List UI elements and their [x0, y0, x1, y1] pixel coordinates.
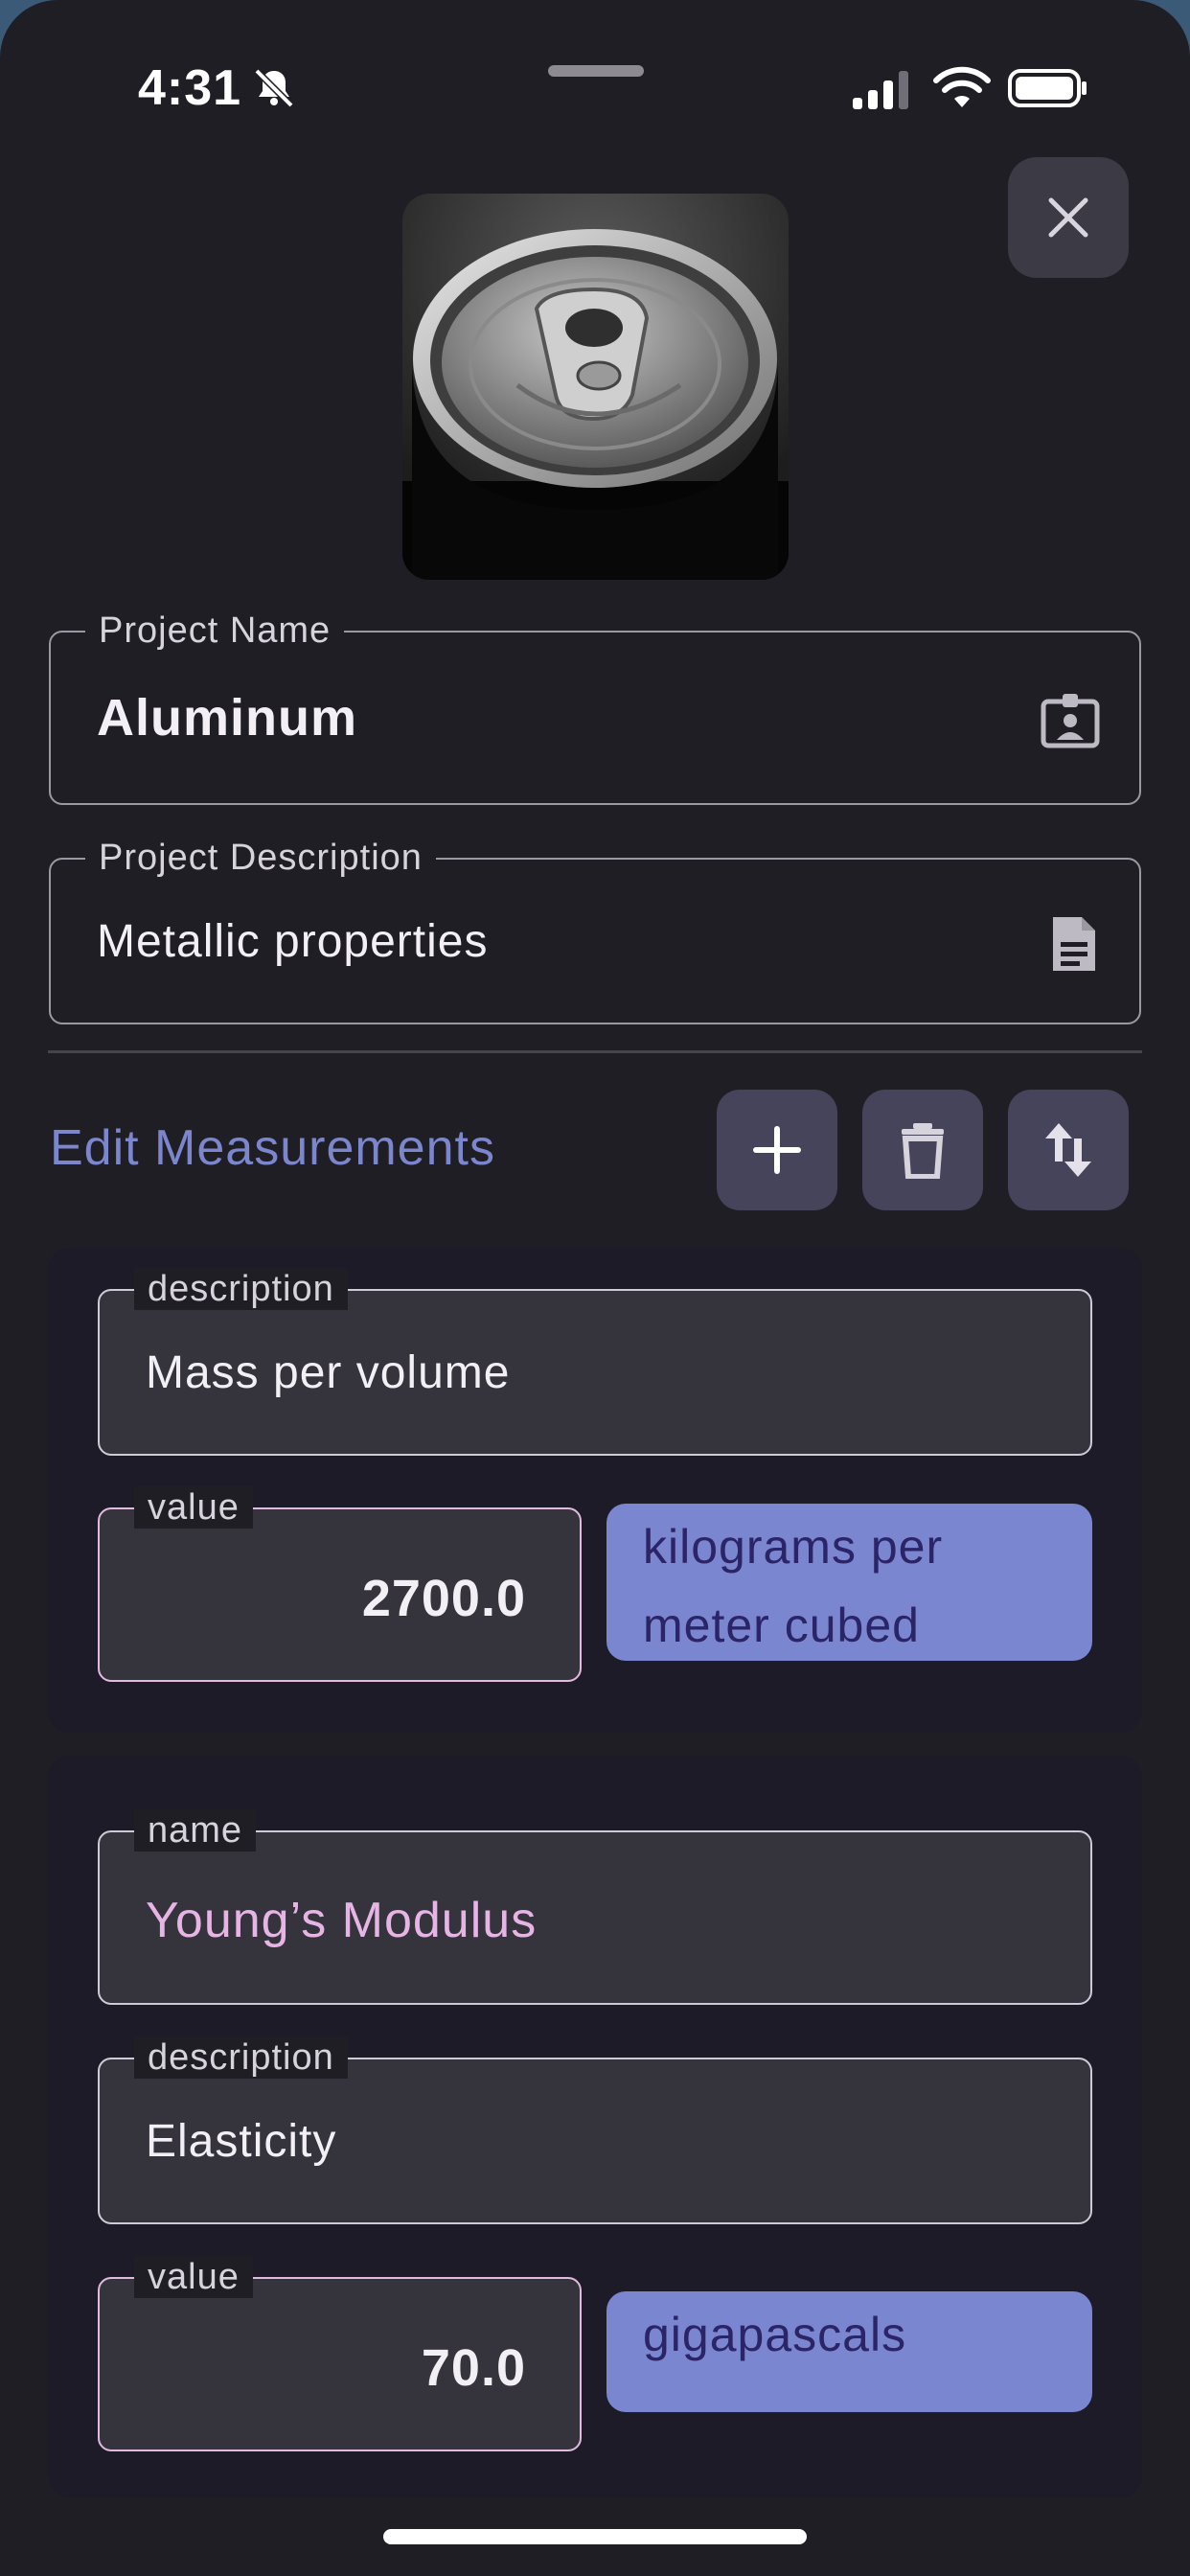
- project-name-field[interactable]: Project Name Aluminum: [49, 610, 1141, 805]
- description-value: Elasticity: [146, 2116, 337, 2167]
- status-time: 4:31: [138, 60, 242, 116]
- battery-icon: [1008, 69, 1087, 107]
- value-label: value: [134, 2256, 253, 2298]
- document-icon: [1053, 917, 1095, 971]
- unit-selector[interactable]: gigapascals: [606, 2291, 1092, 2412]
- sort-measurements-button[interactable]: [1008, 1090, 1129, 1210]
- close-button[interactable]: [1008, 157, 1129, 278]
- section-divider: [48, 1050, 1142, 1053]
- measurement-name-field[interactable]: name Young’s Modulus: [98, 1809, 1092, 2005]
- project-name-label: Project Name: [85, 610, 345, 652]
- add-measurement-button[interactable]: [717, 1090, 837, 1210]
- measurement-value-field[interactable]: value 70.0: [98, 2256, 582, 2451]
- plus-icon: [753, 1126, 801, 1174]
- description-value: Mass per volume: [146, 1347, 511, 1398]
- project-description-value: Metallic properties: [97, 916, 489, 967]
- name-value: Young’s Modulus: [146, 1893, 538, 1948]
- unit-selector[interactable]: kilograms per meter cubed: [606, 1504, 1092, 1661]
- wifi-icon: [933, 66, 991, 107]
- home-indicator[interactable]: [383, 2529, 807, 2544]
- project-name-value: Aluminum: [97, 689, 357, 747]
- close-icon: [1048, 197, 1088, 238]
- trash-icon: [902, 1123, 944, 1179]
- value-label: value: [134, 1486, 253, 1529]
- sort-icon: [1045, 1123, 1091, 1177]
- edit-project-sheet: 4:31 Project Name Aluminum Project Descr…: [0, 0, 1190, 2576]
- project-description-label: Project Description: [85, 837, 436, 879]
- id-card-icon: [1041, 694, 1100, 748]
- edit-measurements-title: Edit Measurements: [50, 1120, 495, 1176]
- description-label: description: [134, 1268, 348, 1310]
- value-number: 70.0: [421, 2339, 526, 2397]
- bell-slash-icon: [254, 68, 294, 108]
- measurement-description-field[interactable]: description Mass per volume: [98, 1268, 1092, 1456]
- name-label: name: [134, 1809, 257, 1852]
- description-label: description: [134, 2036, 348, 2079]
- project-photo[interactable]: [402, 194, 789, 580]
- value-number: 2700.0: [361, 1570, 526, 1627]
- sheet-grabber[interactable]: [548, 65, 644, 77]
- measurement-description-field[interactable]: description Elasticity: [98, 2036, 1092, 2224]
- can-image: [402, 194, 789, 580]
- signal-icon: [853, 71, 908, 109]
- delete-measurement-button[interactable]: [862, 1090, 983, 1210]
- measurement-value-field[interactable]: value 2700.0: [98, 1486, 582, 1682]
- project-description-field[interactable]: Project Description Metallic properties: [49, 837, 1141, 1024]
